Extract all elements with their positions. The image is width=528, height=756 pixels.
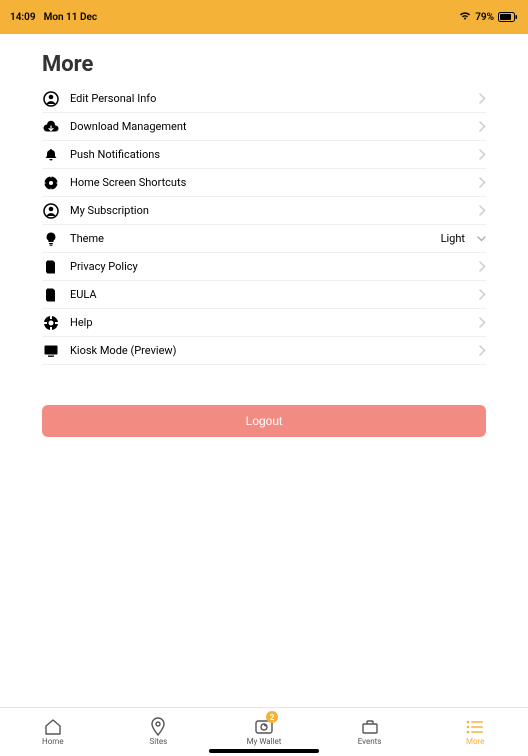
document-icon [42, 286, 60, 304]
tab-more[interactable]: More [422, 708, 528, 756]
menu-item-theme[interactable]: Theme Light [42, 225, 486, 253]
menu-item-label: Edit Personal Info [70, 92, 469, 105]
tab-label: Sites [150, 737, 168, 746]
tab-label: More [466, 737, 484, 746]
chevron-right-icon [479, 261, 486, 272]
menu-item-push-notifications[interactable]: Push Notifications [42, 141, 486, 169]
status-date: Mon 11 Dec [44, 12, 98, 23]
monitor-icon [42, 342, 60, 360]
tab-home[interactable]: Home [0, 708, 106, 756]
menu-item-label: EULA [70, 288, 469, 301]
person-circle-icon [42, 202, 60, 220]
tab-label: Home [42, 737, 64, 746]
chevron-right-icon [479, 205, 486, 216]
briefcase-icon [359, 718, 381, 736]
menu-icon [464, 718, 486, 736]
tab-label: Events [358, 737, 382, 746]
chevron-right-icon [479, 93, 486, 104]
wifi-icon [459, 11, 471, 23]
help-icon [42, 314, 60, 332]
chevron-right-icon [479, 121, 486, 132]
menu-item-kiosk-mode[interactable]: Kiosk Mode (Preview) [42, 337, 486, 365]
chevron-right-icon [479, 289, 486, 300]
status-bar-left: 14:09 Mon 11 Dec [10, 12, 97, 23]
menu-item-help[interactable]: Help [42, 309, 486, 337]
menu-item-home-screen-shortcuts[interactable]: Home Screen Shortcuts [42, 169, 486, 197]
menu-item-edit-personal-info[interactable]: Edit Personal Info [42, 85, 486, 113]
menu-item-label: Push Notifications [70, 148, 469, 161]
logout-button[interactable]: Logout [42, 405, 486, 437]
chevron-right-icon [479, 177, 486, 188]
home-indicator [209, 749, 319, 753]
page-title: More [0, 34, 528, 85]
menu-item-privacy-policy[interactable]: Privacy Policy [42, 253, 486, 281]
bell-icon [42, 146, 60, 164]
battery-percent: 79% [475, 12, 494, 23]
menu-list: Edit Personal Info Download Management P… [0, 85, 528, 365]
document-icon [42, 258, 60, 276]
status-time: 14:09 [10, 12, 36, 23]
tab-label: My Wallet [247, 737, 282, 746]
person-circle-icon [42, 90, 60, 108]
home-icon [42, 718, 64, 736]
menu-item-label: Help [70, 316, 469, 329]
status-bar-right: 79% [459, 11, 518, 23]
menu-item-my-subscription[interactable]: My Subscription [42, 197, 486, 225]
status-bar: 14:09 Mon 11 Dec 79% [0, 0, 528, 34]
tab-events[interactable]: Events [317, 708, 423, 756]
menu-item-label: Privacy Policy [70, 260, 469, 273]
menu-item-label: Theme [70, 232, 431, 245]
menu-item-label: My Subscription [70, 204, 469, 217]
tab-sites[interactable]: Sites [106, 708, 212, 756]
pin-icon [147, 718, 169, 736]
menu-item-label: Kiosk Mode (Preview) [70, 344, 469, 357]
tab-badge: 2 [266, 711, 278, 723]
lightbulb-icon [42, 230, 60, 248]
chevron-right-icon [479, 149, 486, 160]
chevron-right-icon [479, 317, 486, 328]
gear-icon [42, 174, 60, 192]
menu-item-value: Light [441, 232, 465, 245]
cloud-download-icon [42, 118, 60, 136]
dropdown-icon [477, 236, 486, 242]
menu-item-label: Download Management [70, 120, 469, 133]
menu-item-eula[interactable]: EULA [42, 281, 486, 309]
menu-item-download-management[interactable]: Download Management [42, 113, 486, 141]
chevron-right-icon [479, 345, 486, 356]
menu-item-label: Home Screen Shortcuts [70, 176, 469, 189]
battery-icon [498, 12, 518, 22]
